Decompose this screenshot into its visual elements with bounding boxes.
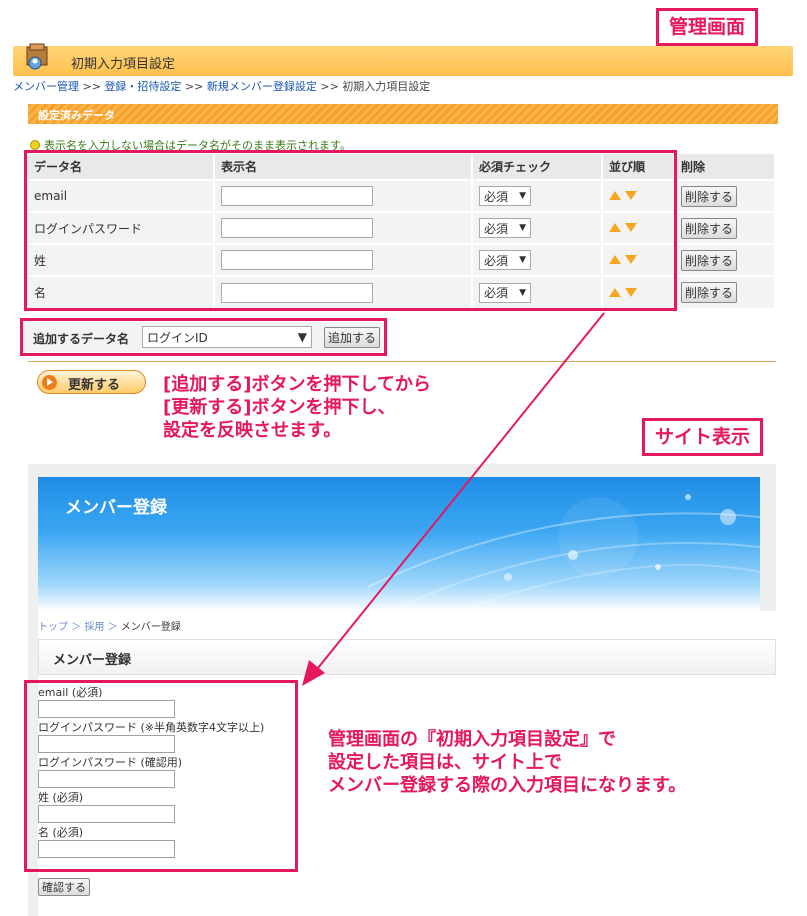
- pointer-arrow: [302, 312, 605, 686]
